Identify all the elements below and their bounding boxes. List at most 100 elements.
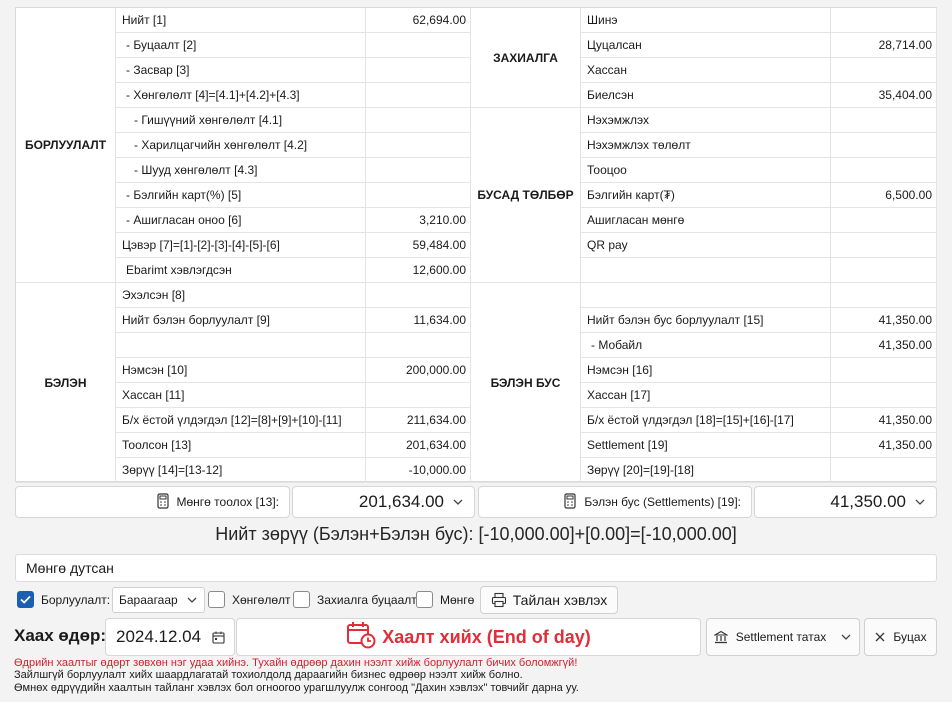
discount-checkbox[interactable] (208, 591, 225, 608)
cash-row-label: Тоолсон [13] (116, 433, 366, 458)
cash-row-label (116, 333, 366, 358)
sales-checkbox[interactable] (17, 591, 34, 608)
print-report-button[interactable]: Тайлан хэвлэх (480, 586, 618, 614)
settlement-label-box: Бэлэн бус (Settlements) [19]: (478, 486, 752, 518)
end-of-day-label: Хаалт хийх (End of day) (382, 626, 591, 647)
sales-row-label: Цэвэр [7]=[1]-[2]-[3]-[4]-[5]-[6] (116, 233, 366, 258)
cash-count-input[interactable]: 201,634.00 (292, 486, 475, 518)
sales-row-value: 59,484.00 (366, 233, 471, 258)
close-date-picker[interactable]: 2024.12.04 (105, 618, 235, 656)
noncash-row-value: 41,350.00 (831, 433, 937, 458)
sales-mode-value: Бараагаар (119, 593, 178, 607)
settlement-input[interactable]: 41,350.00 (754, 486, 937, 518)
sales-row-value (366, 33, 471, 58)
orders-row-label: Биелсэн (581, 83, 831, 108)
cash-row-label: Зөрүү [14]=[13-12] (116, 458, 366, 483)
sales-row-label: Ebarimt хэвлэгдсэн (116, 258, 366, 283)
orders-row-label: Шинэ (581, 8, 831, 33)
info-note-1: Зайлшгүй борлуулалт хийх шаардлагатай то… (14, 669, 523, 681)
sales-section-header: БОРЛУУЛАЛТ (16, 8, 116, 283)
other-payment-row-label: Бэлгийн карт(₮) (581, 183, 831, 208)
sales-row-label: - Буцаалт [2] (116, 33, 366, 58)
sales-row-label: - Гишүүний хөнгөлөлт [4.1] (116, 108, 366, 133)
noncash-row-label: Нэмсэн [16] (581, 358, 831, 383)
orders-row-label: Цуцалсан (581, 33, 831, 58)
sales-label: Борлуулалт: (41, 593, 111, 607)
cash-count-label: Мөнгө тоолох [13]: (176, 495, 280, 509)
sales-row-value: 62,694.00 (366, 8, 471, 33)
sales-row-label: - Ашигласан оноо [6] (116, 208, 366, 233)
sales-row-value: 12,600.00 (366, 258, 471, 283)
noncash-row-label: Хассан [17] (581, 383, 831, 408)
settlement-label: Бэлэн бус (Settlements) [19]: (584, 495, 741, 509)
other-payment-row-label: Нэхэмжлэх (581, 108, 831, 133)
other-payment-row-value (831, 258, 937, 283)
sales-row-label: - Хөнгөлөлт [4]=[4.1]+[4.2]+[4.3] (116, 83, 366, 108)
cash-count-value: 201,634.00 (358, 492, 444, 511)
cash-row-label: Эхэлсэн [8] (116, 283, 366, 308)
other-payment-row-value (831, 233, 937, 258)
calculator-icon (564, 492, 576, 512)
noncash-row-value (831, 283, 937, 308)
other-payment-row-value (831, 208, 937, 233)
close-date-value: 2024.12.04 (116, 627, 202, 646)
close-date-label: Хаах өдөр: (14, 626, 107, 645)
noncash-row-label (581, 283, 831, 308)
money-checkbox[interactable] (416, 591, 433, 608)
order-return-checkbox[interactable] (293, 591, 310, 608)
orders-row-value (831, 8, 937, 33)
sales-row-value (366, 158, 471, 183)
noncash-row-value: 41,350.00 (831, 333, 937, 358)
money-label: Мөнгө (440, 593, 475, 607)
cash-row-label: Нэмсэн [10] (116, 358, 366, 383)
noncash-row-value (831, 458, 937, 483)
sales-row-label: Нийт [1] (116, 8, 366, 33)
shortage-note-field[interactable]: Мөнгө дутсан (15, 554, 937, 582)
other-payment-row-label: Тооцоо (581, 158, 831, 183)
end-of-day-button[interactable]: Хаалт хийх (End of day) (236, 618, 701, 656)
orders-row-value: 35,404.00 (831, 83, 937, 108)
other-payment-row-value (831, 158, 937, 183)
printer-icon (491, 592, 506, 608)
back-label: Буцах (893, 630, 927, 644)
report-grid: БОРЛУУЛАЛТ БЭЛЭН Нийт [1] 62,694.00 - Бу… (15, 7, 937, 483)
cash-row-label: Хассан [11] (116, 383, 366, 408)
order-return-label: Захиалга буцаалт (317, 593, 417, 607)
calendar-clock-icon (346, 621, 376, 654)
calendar-icon (212, 631, 225, 644)
other-payment-row-label: QR pay (581, 233, 831, 258)
cash-row-value: 201,634.00 (366, 433, 471, 458)
cash-row-value: -10,000.00 (366, 458, 471, 483)
cash-row-value (366, 333, 471, 358)
other-payment-row-label (581, 258, 831, 283)
noncash-row-value: 41,350.00 (831, 308, 937, 333)
cash-count-label-box: Мөнгө тоолох [13]: (15, 486, 290, 518)
back-button[interactable]: Буцах (864, 618, 937, 656)
chevron-down-icon (915, 499, 925, 505)
settlement-pull-button[interactable]: Settlement татах (706, 618, 860, 656)
settlement-value: 41,350.00 (830, 492, 906, 511)
cash-row-label: Б/х ёстой үлдэгдэл [12]=[8]+[9]+[10]-[11… (116, 408, 366, 433)
sales-row-value (366, 133, 471, 158)
sales-row-value (366, 108, 471, 133)
checkmark-icon (20, 595, 31, 604)
sales-row-label: - Харилцагчийн хөнгөлөлт [4.2] (116, 133, 366, 158)
other-payment-row-label: Нэхэмжлэх төлөлт (581, 133, 831, 158)
noncash-row-label: Зөрүү [20]=[19]-[18] (581, 458, 831, 483)
other-payment-row-value (831, 108, 937, 133)
noncash-row-label: Б/х ёстой үлдэгдэл [18]=[15]+[16]-[17] (581, 408, 831, 433)
sales-row-value (366, 83, 471, 108)
bank-icon (713, 630, 728, 644)
orders-section-header: ЗАХИАЛГА (471, 8, 581, 108)
close-icon (875, 632, 885, 642)
cash-row-value: 211,634.00 (366, 408, 471, 433)
chevron-down-icon (187, 597, 197, 603)
sales-mode-select[interactable]: Бараагаар (112, 587, 205, 613)
cash-row-label: Нийт бэлэн борлуулалт [9] (116, 308, 366, 333)
settlement-pull-label: Settlement татах (735, 630, 827, 644)
orders-row-value: 28,714.00 (831, 33, 937, 58)
orders-row-value (831, 58, 937, 83)
cash-section-header: БЭЛЭН (16, 283, 116, 483)
sales-row-value (366, 58, 471, 83)
cash-row-value (366, 383, 471, 408)
